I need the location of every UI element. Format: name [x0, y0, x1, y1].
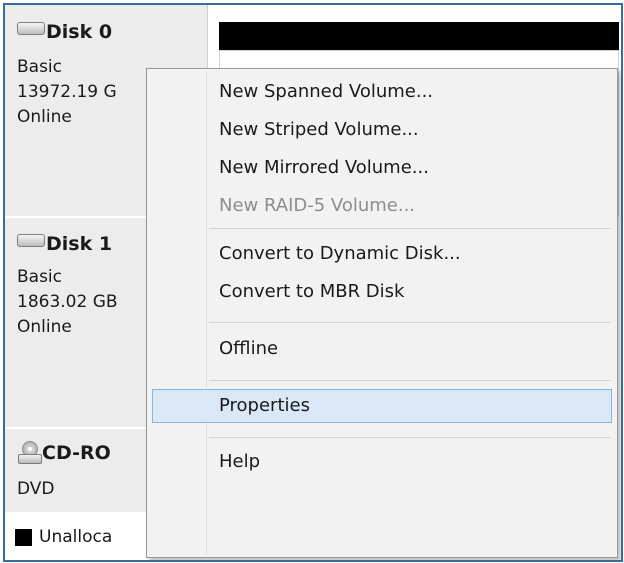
menu-item-new-striped-volume[interactable]: New Striped Volume... — [152, 113, 612, 147]
disk-0-volume-bar[interactable] — [219, 22, 619, 50]
menu-separator — [209, 380, 611, 381]
cd-drive-icon — [17, 441, 42, 465]
cdrom-type: DVD — [17, 479, 55, 499]
disk-1-status: Online — [17, 317, 72, 337]
menu-item-properties[interactable]: Properties — [152, 389, 612, 423]
menu-item-new-raid5-volume: New RAID-5 Volume... — [219, 195, 416, 216]
disk-0-size: 13972.19 G — [17, 82, 117, 102]
disk-0-type: Basic — [17, 57, 63, 77]
menu-item-convert-to-mbr-disk[interactable]: Convert to MBR Disk — [152, 275, 612, 309]
disk-1-size: 1863.02 GB — [17, 292, 118, 312]
context-menu: New Spanned Volume... New Striped Volume… — [146, 68, 618, 558]
menu-separator — [209, 228, 611, 229]
disk-1-type: Basic — [17, 267, 63, 287]
hard-disk-icon — [17, 233, 45, 247]
menu-separator — [209, 437, 611, 438]
disk-0-name: Disk 0 — [17, 21, 112, 43]
menu-item-help[interactable]: Help — [152, 445, 612, 479]
hard-disk-icon — [17, 21, 45, 35]
disk-1-name: Disk 1 — [17, 233, 112, 255]
cdrom-name: CD-RO — [17, 441, 111, 465]
menu-item-offline[interactable]: Offline — [152, 332, 612, 366]
menu-item-new-spanned-volume[interactable]: New Spanned Volume... — [152, 75, 612, 109]
legend-swatch — [15, 528, 32, 546]
legend-label: Unalloca — [39, 527, 113, 547]
disk-management-pane: Disk 0 Basic 13972.19 G Online Disk 1 Ba… — [3, 3, 623, 562]
menu-separator — [209, 322, 611, 323]
menu-item-convert-to-dynamic-disk[interactable]: Convert to Dynamic Disk... — [152, 237, 612, 271]
disk-0-status: Online — [17, 107, 72, 127]
menu-item-new-mirrored-volume[interactable]: New Mirrored Volume... — [152, 151, 612, 185]
